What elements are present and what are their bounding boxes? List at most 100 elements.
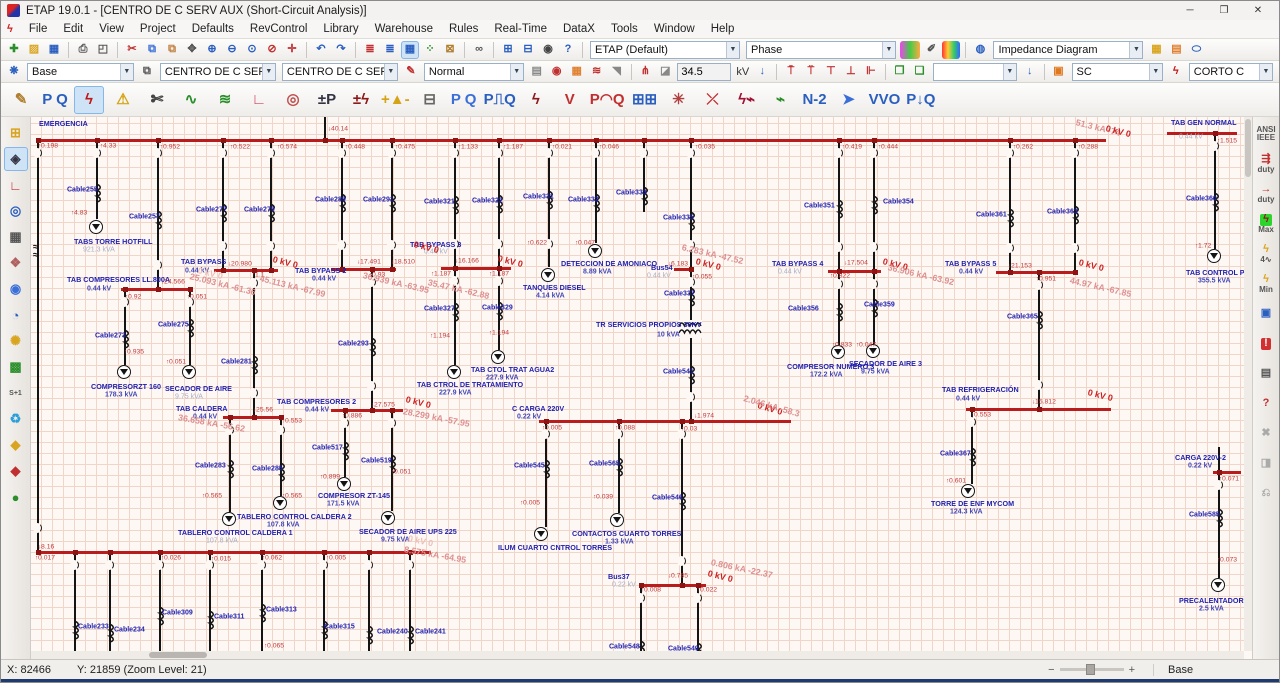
edit-mode-icon[interactable]: ✎ <box>6 86 36 114</box>
unbalanced-load-flow-mode-icon[interactable]: P Q <box>449 86 479 114</box>
menu-library[interactable]: Library <box>315 23 366 35</box>
study-mode-combo[interactable]: SC▼ <box>1072 63 1163 81</box>
xfmr-tap-down-icon[interactable]: ⍡ <box>802 63 820 81</box>
breaker-icon[interactable] <box>70 560 79 570</box>
cut-icon[interactable]: ✂ <box>123 41 141 59</box>
load-symbol[interactable] <box>610 513 624 527</box>
calculator-2-icon[interactable]: ⊟ <box>519 41 537 59</box>
chevron-down-icon[interactable]: ▼ <box>726 42 739 58</box>
cable-impedance-icon[interactable] <box>364 626 374 646</box>
presentation-layers-icon[interactable]: ⧉ <box>138 63 156 81</box>
cable-label[interactable]: Cable241 <box>415 628 446 636</box>
load-symbol[interactable] <box>1211 578 1225 592</box>
battery-sizing-mode-icon[interactable]: +▲- <box>380 86 411 114</box>
breaker-icon[interactable] <box>387 240 396 250</box>
recycle-bin-icon[interactable]: ♻ <box>4 407 28 431</box>
breaker-icon[interactable] <box>869 279 878 289</box>
sync-cloud-icon[interactable]: ≋ <box>588 63 606 81</box>
cable-label[interactable]: Cable327 <box>424 305 455 313</box>
datablock-orange-icon[interactable]: ▦ <box>568 63 586 81</box>
chevron-down-icon[interactable]: ▼ <box>1129 42 1142 58</box>
cable-label[interactable]: Cable275 <box>158 321 189 329</box>
color-dropper-icon[interactable]: ✐ <box>922 41 940 59</box>
dc-control-system-mode-icon[interactable]: ⊞⊞ <box>630 86 660 114</box>
cable-label[interactable]: Cable293 <box>338 340 369 348</box>
menu-project[interactable]: Project <box>132 23 184 35</box>
volt-var-optimization-mode-icon[interactable]: VVO <box>868 86 902 114</box>
breaker-icon[interactable] <box>494 276 503 286</box>
breaker-icon[interactable] <box>639 148 648 158</box>
zoom-in-plus[interactable]: + <box>1129 664 1135 676</box>
chevron-down-icon[interactable]: ▼ <box>510 64 523 80</box>
cable-label[interactable]: Cable289 <box>315 196 346 204</box>
run-down-icon[interactable]: ↓ <box>1021 63 1039 81</box>
breaker-icon[interactable] <box>494 239 503 249</box>
new-presentation-icon[interactable]: ▤ <box>528 63 546 81</box>
load-symbol[interactable] <box>182 365 196 379</box>
chevron-down-icon[interactable]: ▼ <box>1003 64 1016 80</box>
report-manager-icon-icon[interactable]: ▤ <box>1167 41 1185 59</box>
diagram-canvas[interactable]: Cable255Cable257Cable277Cable279Cable289… <box>31 117 1244 651</box>
chevron-down-icon[interactable]: ▼ <box>120 64 133 80</box>
chevron-down-icon[interactable]: ▼ <box>1149 64 1162 80</box>
time-domain-load-flow-mode-icon[interactable]: P⎍Q <box>483 86 517 114</box>
menu-revcontrol[interactable]: RevControl <box>242 23 316 35</box>
menu-warehouse[interactable]: Warehouse <box>367 23 441 35</box>
cable-label[interactable]: Cable332 <box>568 196 599 204</box>
display-options-icon[interactable]: ▣ <box>1254 300 1279 328</box>
breaker-icon[interactable] <box>33 148 42 158</box>
link-icon[interactable]: ∞ <box>470 41 488 59</box>
breaker-icon[interactable] <box>257 560 266 570</box>
halt-analysis-icon[interactable]: ✖ <box>1254 420 1279 448</box>
oneline-combo-2[interactable]: CENTRO DE C SERV▼ <box>282 63 398 81</box>
calculator-icon[interactable]: ⊞ <box>499 41 517 59</box>
motor-acceleration-mode-icon[interactable]: ∿ <box>176 86 206 114</box>
breaker-icon[interactable] <box>364 560 373 570</box>
pin-side-icon[interactable]: ⊩ <box>862 63 880 81</box>
load-symbol[interactable] <box>534 527 548 541</box>
color-palette-icon[interactable]: ❙❙ <box>900 41 920 59</box>
schedule-icon[interactable]: ⁘ <box>421 41 439 59</box>
arc-flash-result-icon[interactable]: ❖ <box>4 251 28 275</box>
feeder-line[interactable] <box>37 139 39 551</box>
cable-label[interactable]: Cable546 <box>652 494 683 502</box>
cable-label[interactable]: Cable361 <box>976 211 1007 219</box>
cable-label[interactable]: Cable255 <box>67 186 98 194</box>
breaker-icon[interactable] <box>155 560 164 570</box>
load-symbol[interactable] <box>1207 249 1221 263</box>
sc-4-cycle-icon[interactable]: ϟ4∿ <box>1254 240 1279 268</box>
cable-label[interactable]: Cable240 <box>377 628 408 636</box>
breaker-icon[interactable] <box>869 242 878 252</box>
output-report-icon[interactable]: ≣ <box>361 41 379 59</box>
cable-label[interactable]: Cable329 <box>482 304 513 312</box>
analysis-query-icon[interactable]: ? <box>1254 390 1279 418</box>
help-icon[interactable]: ? <box>559 41 577 59</box>
zoom-in-icon[interactable]: ⊕ <box>203 41 221 59</box>
cable-label[interactable]: Cable279 <box>244 206 275 214</box>
cable-label[interactable]: Cable285 <box>252 465 283 473</box>
menu-defaults[interactable]: Defaults <box>184 23 242 35</box>
zoom-slider[interactable]: − + <box>1048 664 1135 676</box>
grid-display-icon[interactable]: ▦ <box>401 41 419 59</box>
close-button[interactable]: ✕ <box>1241 2 1275 19</box>
study-lightning-icon[interactable]: ϟ <box>1167 63 1185 81</box>
menu-datax[interactable]: DataX <box>555 23 603 35</box>
cable-label[interactable]: Cable365 <box>1007 313 1038 321</box>
pin-top-icon[interactable]: ⊤ <box>822 63 840 81</box>
star-sequence-mode-icon[interactable]: ✄ <box>142 86 172 114</box>
dc-load-flow-mode-icon[interactable]: ±P <box>312 86 342 114</box>
control-system-diagram-icon[interactable]: ✺ <box>4 329 28 353</box>
control-panel-icon[interactable]: ▦ <box>4 225 28 249</box>
text-report-icon[interactable]: ≣ <box>381 41 399 59</box>
sc-min-icon[interactable]: ϟMin <box>1254 270 1279 298</box>
sc-duty-icon[interactable]: ⇶duty <box>1254 150 1279 178</box>
breaker-icon[interactable] <box>405 560 414 570</box>
print-preview-icon[interactable]: ◰ <box>94 41 112 59</box>
bus-bar[interactable] <box>37 551 431 554</box>
breaker-icon[interactable] <box>105 560 114 570</box>
chevron-down-icon[interactable]: ▼ <box>1259 64 1272 80</box>
cable-label[interactable]: Cable234 <box>114 626 145 634</box>
cable-label[interactable]: Cable351 <box>804 202 835 210</box>
kv-input[interactable] <box>677 63 731 81</box>
breaker-icon[interactable] <box>494 148 503 158</box>
